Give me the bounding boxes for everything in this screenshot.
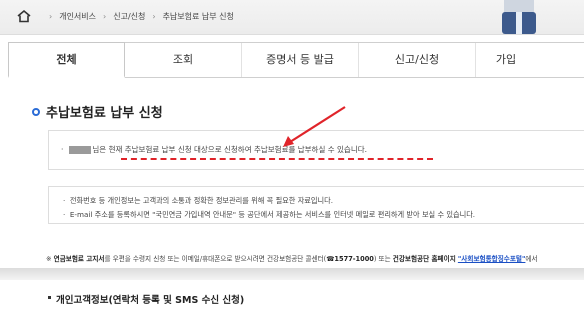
tab-bar: 전체 조회 증명서 등 발급 신고/신청 가입 [8,42,584,78]
tab-all[interactable]: 전체 [8,42,125,78]
breadcrumb: › 개인서비스 › 신고/신청 › 추납보험료 납부 신청 [16,9,234,23]
top-breadcrumb-bar: › 개인서비스 › 신고/신청 › 추납보험료 납부 신청 [0,0,584,35]
breadcrumb-item-report-apply[interactable]: 신고/신청 [113,11,145,22]
tab-report-apply[interactable]: 신고/신청 [359,43,476,77]
breadcrumb-item-personal-service[interactable]: 개인서비스 [59,11,96,22]
page-fold-divider [0,268,584,280]
breadcrumb-separator: › [49,11,53,21]
home-icon[interactable] [16,9,32,23]
eligibility-message: · 님은 현재 추납보험료 납부 신청 대상으로 신청하여 추납보험료를 납부하실… [61,145,368,154]
billing-footnote: ※ 연금보험료 고지서를 우편을 수령지 신청 또는 이메일/휴대폰으로 받으시… [46,255,538,263]
page-title-text: 추납보험료 납부 신청 [46,106,163,121]
title-bullet-icon [32,107,40,116]
eligibility-notice-box: · 님은 현재 추납보험료 납부 신청 대상으로 신청하여 추납보험료를 납부하실… [48,130,584,170]
person-illustration [502,0,536,34]
breadcrumb-item-current[interactable]: 추납보험료 납부 신청 [163,11,234,22]
eligibility-message-text: 님은 현재 추납보험료 납부 신청 대상으로 신청하여 추납보험료를 납부하실 … [92,145,368,154]
redacted-name [69,146,92,154]
tab-inquiry[interactable]: 조회 [125,43,242,77]
info-line-2: · E-mail 주소를 등록하시면 "국민연금 가입내역 안내문" 등 공단에… [63,210,476,219]
tab-certificate[interactable]: 증명서 등 발급 [242,43,359,77]
breadcrumb-separator: › [103,11,107,21]
social-insurance-portal-link[interactable]: "사회보험통합징수포털" [458,255,526,263]
section-bullet [48,296,51,299]
privacy-info-box: · 전화번호 등 개인정보는 고객과의 소통과 정확한 정보관리를 위해 꼭 필… [48,186,584,224]
section-heading-contact: 개인고객정보(연락처 등록 및 SMS 수신 신청) [56,295,245,306]
info-line-1: · 전화번호 등 개인정보는 고객과의 소통과 정확한 정보관리를 위해 꼭 필… [63,196,334,205]
red-dashed-underline [121,158,433,160]
page-title: 추납보험료 납부 신청 [32,102,163,121]
tab-join[interactable]: 가입 [476,43,536,77]
breadcrumb-separator: › [152,11,156,21]
